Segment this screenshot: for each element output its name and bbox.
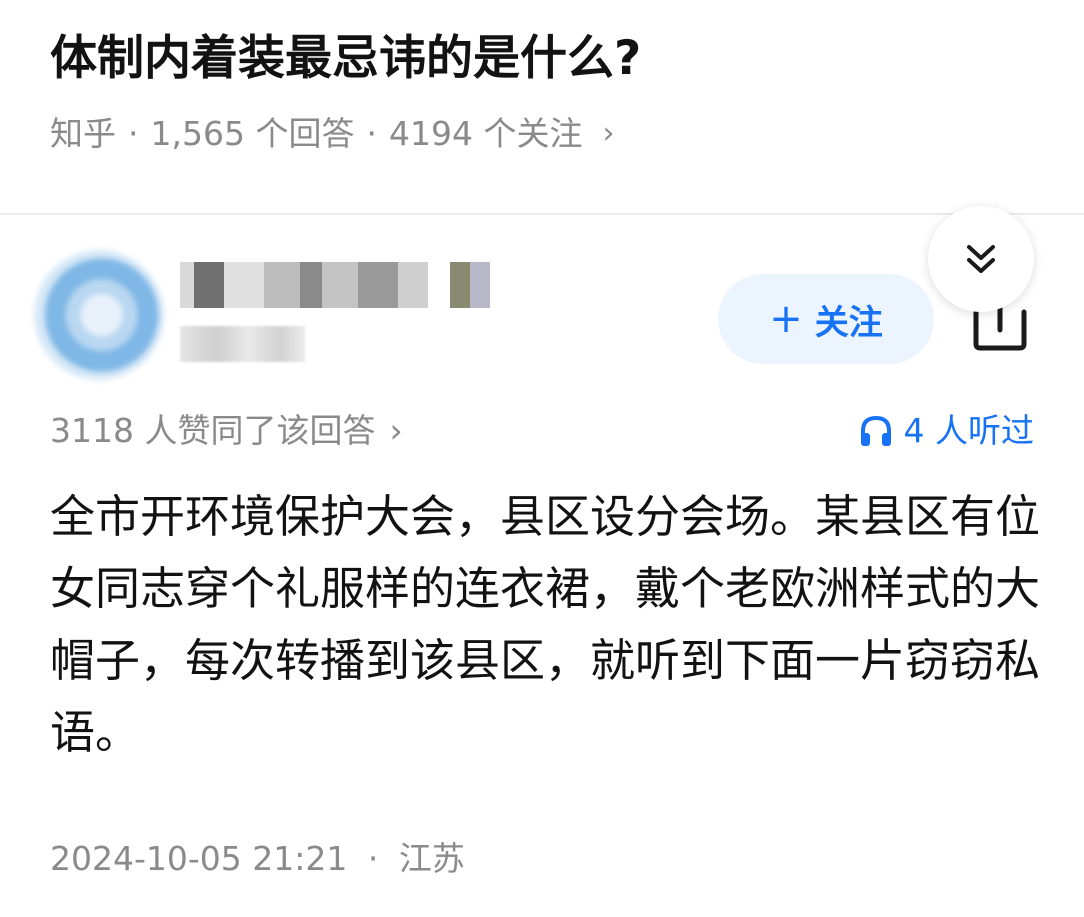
meta-separator: · — [128, 114, 139, 153]
divider — [0, 213, 1084, 215]
location: 江苏 — [398, 839, 465, 878]
double-chevron-down-icon — [967, 245, 995, 273]
headphones-icon — [860, 415, 891, 446]
chevron-right-icon: › — [389, 411, 403, 450]
meta-separator: · — [366, 114, 377, 153]
answer-body[interactable]: 全市开环境保护大会，县区设分会场。某县区有位女同志穿个礼服样的连衣裙，戴个老欧洲… — [50, 481, 1040, 769]
agree-count[interactable]: 3118 人赞同了该回答 › — [50, 408, 403, 454]
followers-count: 4194 个关注 — [388, 114, 583, 153]
collapse-button[interactable] — [928, 206, 1034, 312]
follow-button[interactable]: + 关注 — [718, 274, 934, 364]
listen-text: 4 人听过 — [903, 411, 1035, 450]
author-subtitle-redacted — [180, 326, 305, 362]
answers-count: 1,565 个回答 — [150, 114, 355, 153]
source-label: 知乎 — [50, 114, 116, 153]
listen-count[interactable]: 4 人听过 — [858, 408, 1035, 454]
chevron-right-icon: › — [602, 116, 615, 151]
meta-separator: · — [367, 839, 379, 878]
timestamp: 2024-10-05 21:21 — [50, 839, 348, 878]
follow-label: 关注 — [814, 302, 883, 343]
question-meta[interactable]: 知乎 · 1,565 个回答 · 4194 个关注 › — [50, 110, 614, 158]
agree-text: 3118 人赞同了该回答 — [50, 411, 376, 450]
plus-icon: + — [769, 296, 803, 342]
answer-footer: 2024-10-05 21:21 · 江苏 — [50, 836, 465, 882]
question-title[interactable]: 体制内着装最忌讳的是什么? — [50, 26, 641, 92]
avatar[interactable] — [34, 250, 164, 380]
author-name-redacted[interactable] — [180, 262, 490, 308]
